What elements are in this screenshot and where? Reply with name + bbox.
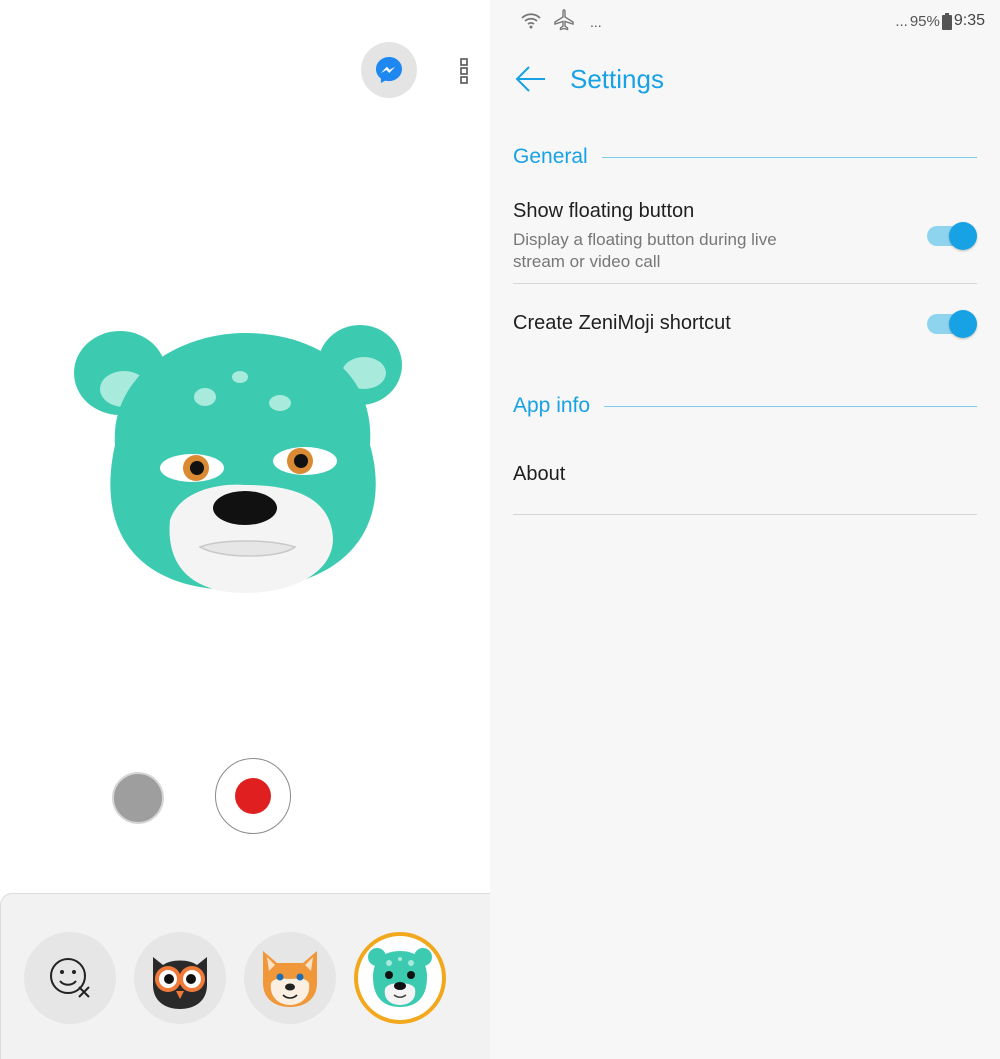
battery-percent: 95% (909, 12, 940, 30)
section-header-app-info: App info (513, 391, 977, 421)
back-button[interactable] (514, 62, 548, 96)
avatar-option-bear[interactable] (354, 932, 446, 1024)
camera-pane (0, 0, 490, 1059)
toggle-thumb (949, 222, 977, 250)
messenger-icon (376, 57, 402, 83)
avatar-option-none[interactable] (24, 932, 116, 1024)
record-icon (235, 778, 271, 814)
avatar-option-owl[interactable] (134, 932, 226, 1024)
toggle-thumb (949, 310, 977, 338)
create-shortcut-toggle[interactable] (927, 310, 977, 338)
status-dots-right: ... (895, 12, 908, 30)
owl-avatar (153, 957, 207, 1009)
section-header-general: General (513, 142, 977, 172)
setting-about[interactable]: About (513, 463, 977, 497)
setting-description: Display a floating button during live st… (513, 230, 777, 271)
setting-show-floating-button[interactable]: Show floating button Display a floating … (513, 200, 977, 276)
setting-title: Show floating button (513, 200, 695, 222)
more-options-button[interactable] (456, 57, 472, 85)
bear-avatar-preview (74, 325, 402, 593)
status-icons-left: ... (520, 8, 602, 32)
avatar-tray (0, 893, 490, 1059)
wifi-icon (521, 13, 541, 29)
setting-create-shortcut[interactable]: Create ZeniMoji shortcut (513, 310, 977, 346)
more-vertical-icon (460, 58, 468, 84)
shiba-avatar (263, 951, 317, 1007)
record-button[interactable] (215, 758, 291, 834)
row-divider (513, 283, 977, 284)
messenger-share-button[interactable] (361, 42, 417, 98)
clock: 9:35 (953, 12, 985, 29)
photo-capture-button[interactable] (112, 772, 164, 824)
row-divider (513, 514, 977, 515)
bear-avatar (368, 948, 432, 1007)
page-title: Settings (570, 64, 664, 94)
battery-icon (941, 12, 952, 30)
section-label-general: General (513, 145, 588, 168)
avatar-preview (70, 315, 415, 605)
status-icons-right: ... 95% 9:35 (895, 12, 985, 30)
notification-dots: ... (590, 14, 602, 30)
setting-title: Create ZeniMoji shortcut (513, 312, 731, 334)
airplane-icon (554, 9, 574, 31)
about-label: About (513, 463, 566, 485)
app-bar: Settings (490, 52, 1000, 108)
section-divider (601, 156, 977, 158)
status-bar: ... ... 95% 9:35 (490, 0, 1000, 44)
settings-pane: ... ... 95% 9:35 Settings General Show f… (490, 0, 1000, 1059)
show-floating-toggle[interactable] (927, 222, 977, 250)
section-divider (604, 405, 977, 407)
face-off-icon (50, 958, 90, 998)
avatar-option-shiba[interactable] (244, 932, 336, 1024)
back-arrow-icon (515, 66, 545, 92)
section-label-app-info: App info (513, 394, 591, 417)
